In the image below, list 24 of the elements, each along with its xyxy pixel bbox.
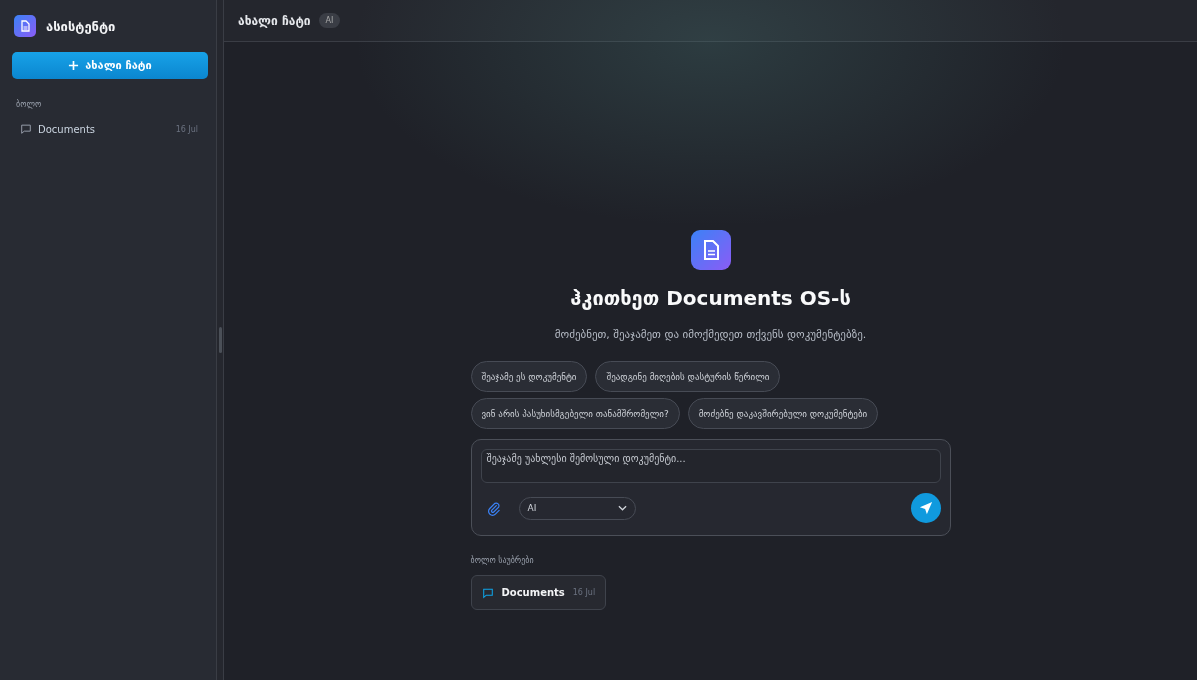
suggestion-chip[interactable]: შეადგინე მიღების დასტურის წერილი (595, 361, 781, 392)
chevron-down-icon (617, 505, 627, 511)
recent-chat-card[interactable]: Documents 16 Jul (470, 575, 607, 610)
chat-title: ახალი ჩატი (238, 13, 311, 28)
suggestion-chip[interactable]: ვინ არის პასუხისმგებელი თანამშრომელი? (470, 398, 680, 429)
app-title: ასისტენტი (46, 18, 116, 34)
section-label: ბოლო (16, 100, 43, 109)
section-label: ბოლო საუბრები (470, 556, 534, 565)
send-button[interactable] (910, 493, 941, 523)
hero-subtitle: მოძებნეთ, შეაჯამეთ და იმოქმედეთ თქვენს დოკუმენტებზე. (554, 328, 867, 341)
document-icon (14, 15, 36, 37)
model-badge: AI (318, 13, 341, 28)
hero-title: ჰკითხეთ Documents OS-ს (570, 286, 851, 310)
chat-bubble-icon (481, 586, 494, 599)
suggestion-chip[interactable]: მოძებნე დაკავშირებული დოკუმენტები (687, 398, 879, 429)
suggestion-chip[interactable]: შეაჯამე ეს დოკუმენტი (470, 361, 588, 392)
chat-list-item[interactable]: Documents 16 Jul (12, 119, 206, 139)
plus-icon (68, 60, 80, 71)
model-select[interactable]: AI (518, 496, 636, 520)
document-icon (690, 230, 731, 270)
paperclip-icon[interactable] (485, 500, 501, 516)
send-icon (918, 501, 933, 515)
message-input[interactable]: შეაჯამე უახლესი შემოსული დოკუმენტი... (480, 449, 941, 483)
chat-bubble-icon (20, 123, 32, 135)
